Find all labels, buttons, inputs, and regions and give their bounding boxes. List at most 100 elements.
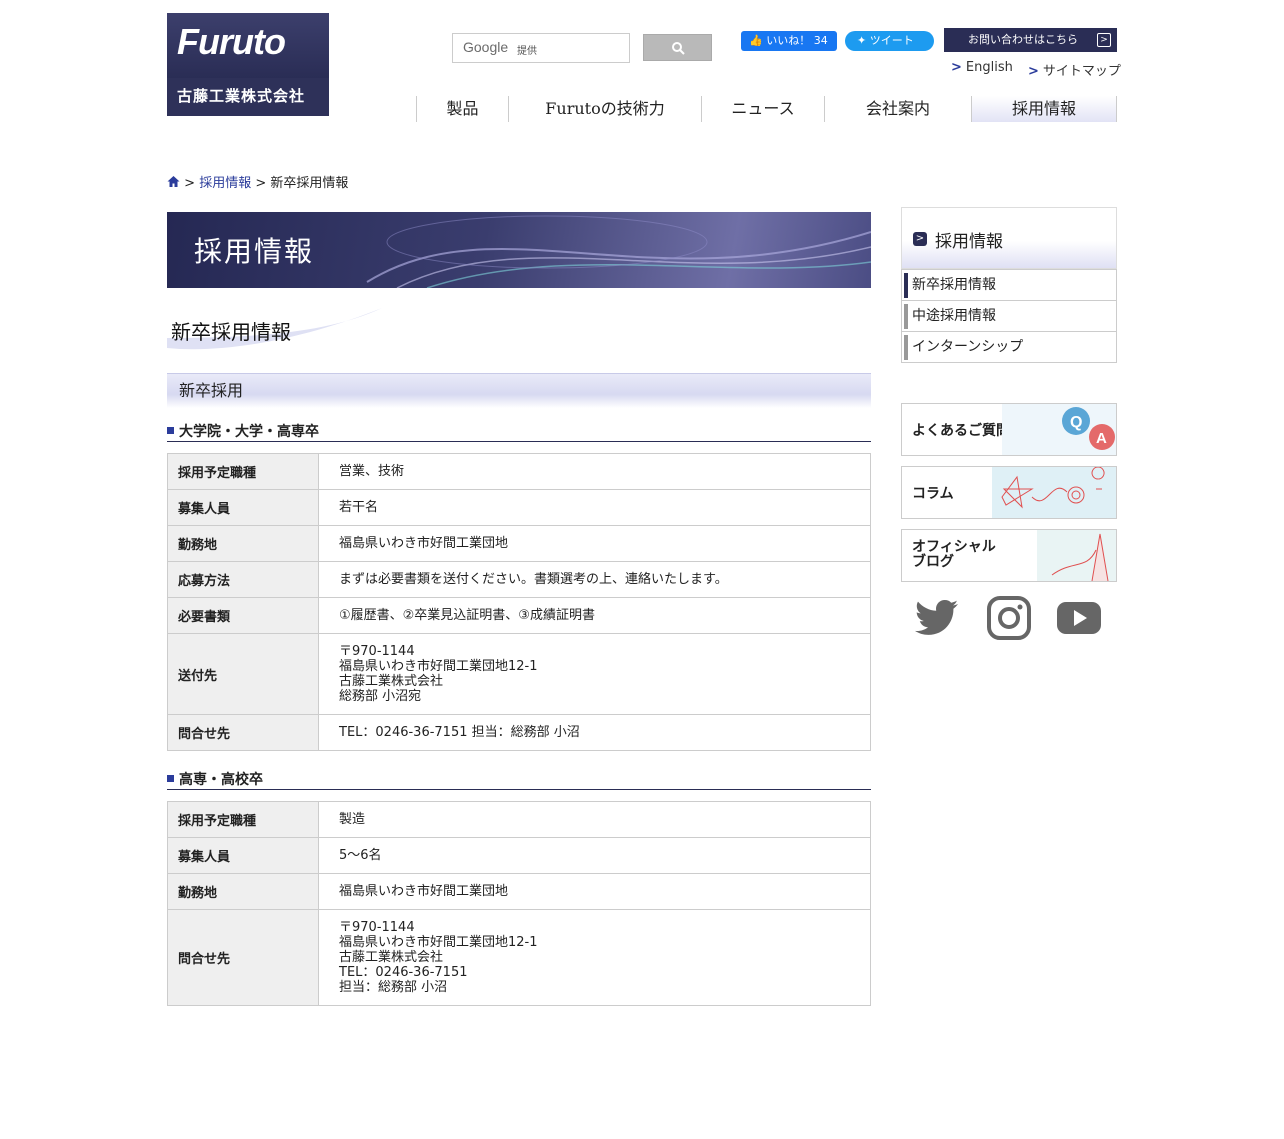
google-brand: Google [463, 39, 509, 55]
row-value-line: 福島県いわき市好間工業団地 [339, 884, 509, 899]
main-nav: 製品 Furutoの技術力 ニュース 会社案内 採用情報 [416, 96, 1117, 122]
row-value-line: 製造 [339, 812, 366, 827]
english-link[interactable]: > English [951, 60, 1013, 75]
table-row: 募集人員 5～6名 [167, 837, 871, 874]
row-label: 問合せ先 [167, 909, 319, 1006]
breadcrumb-separator: > [255, 176, 267, 191]
row-value: 福島県いわき市好間工業団地 [318, 525, 871, 562]
row-value-line: ①履歴書、②卒業見込証明書、③成績証明書 [339, 608, 595, 623]
row-value: 福島県いわき市好間工業団地 [318, 873, 871, 910]
nav-recruit[interactable]: 採用情報 [971, 96, 1117, 122]
link-arrow: > [951, 60, 962, 75]
row-label: 採用予定職種 [167, 453, 319, 490]
row-value-line: 福島県いわき市好間工業団地12-1 [339, 935, 538, 950]
row-value: 若干名 [318, 489, 871, 526]
home-icon[interactable] [167, 175, 180, 188]
row-label: 募集人員 [167, 837, 319, 874]
university-table: 採用予定職種 営業、技術募集人員 若干名勤務地 福島県いわき市好間工業団地 応募方法 まず… [167, 453, 871, 751]
sidebar-header: > 採用情報 [901, 207, 1117, 269]
sitemap-label: サイトマップ [1042, 64, 1121, 79]
blog-card[interactable]: オフィシャル ブログ [901, 529, 1117, 582]
facebook-like-label: いいね！ 34 [766, 34, 828, 47]
row-label: 問合せ先 [167, 714, 319, 751]
row-label: 必要書類 [167, 597, 319, 634]
search-input[interactable]: Google 提供 [452, 33, 630, 63]
row-value: ①履歴書、②卒業見込証明書、③成績証明書 [318, 597, 871, 634]
row-value-line: 〒970-1144 [339, 920, 415, 935]
row-value: まずは必要書類を送付ください。書類選考の上、連絡いたします。 [318, 561, 871, 598]
table-row: 問合せ先 TEL：0246-36-7151 担当：総務部 小沼 [167, 714, 871, 751]
row-value: 5～6名 [318, 837, 871, 874]
row-label: 募集人員 [167, 489, 319, 526]
row-value-line: TEL：0246-36-7151 担当：総務部 小沼 [339, 725, 580, 740]
thumbs-up-icon: 👍 [749, 34, 763, 47]
row-value-line: TEL：0246-36-7151 [339, 965, 468, 980]
subheading-label: 高専・高校卒 [179, 772, 263, 788]
facebook-like-button[interactable]: 👍 いいね！ 34 [741, 31, 837, 51]
sidebar-item-internship[interactable]: インターンシップ [902, 331, 1116, 362]
logo-company-name: 古藤工業株式会社 [177, 87, 306, 105]
table-row: 送付先 〒970-1144 福島県いわき市好間工業団地12-1 古藤工業株式会社 総務部… [167, 633, 871, 715]
row-value: 〒970-1144 福島県いわき市好間工業団地12-1 古藤工業株式会社 TEL：02… [318, 909, 871, 1006]
row-label: 採用予定職種 [167, 801, 319, 838]
sidebar-title: 採用情報 [935, 232, 1003, 252]
table-row: 採用予定職種 営業、技術 [167, 453, 871, 490]
breadcrumb: > 採用情報 > 新卒採用情報 [167, 172, 348, 191]
row-value-line: 総務部 小沼宛 [339, 689, 422, 704]
row-value: 〒970-1144 福島県いわき市好間工業団地12-1 古藤工業株式会社 総務部 小沼… [318, 633, 871, 715]
row-value-line: 古藤工業株式会社 [339, 950, 444, 965]
row-value: 営業、技術 [318, 453, 871, 490]
subheading-university: 大学院・大学・高専卒 [167, 421, 871, 442]
nav-news[interactable]: ニュース [701, 96, 824, 122]
subheading-label: 大学院・大学・高専卒 [179, 424, 319, 440]
page-banner: 採用情報 [167, 212, 871, 288]
row-label: 送付先 [167, 633, 319, 715]
blog-illustration-icon [1037, 530, 1116, 581]
row-label: 勤務地 [167, 525, 319, 562]
search-icon [671, 42, 685, 55]
svg-text:Q: Q [1070, 414, 1082, 431]
sidebar-menu: 新卒採用情報 中途採用情報 インターンシップ [901, 269, 1117, 363]
row-value-line: まずは必要書類を送付ください。書類選考の上、連絡いたします。 [339, 572, 728, 587]
row-value-line: 若干名 [339, 500, 379, 515]
column-card[interactable]: コラム [901, 466, 1117, 519]
contact-button[interactable]: お問い合わせはこちら > [944, 28, 1117, 52]
nav-company[interactable]: 会社案内 [824, 96, 971, 122]
company-logo[interactable]: Furuto 古藤工業株式会社 [167, 13, 329, 116]
tweet-button[interactable]: ✦ ツイート [845, 31, 934, 51]
twitter-icon[interactable] [914, 596, 960, 640]
table-row: 問合せ先 〒970-1144 福島県いわき市好間工業団地12-1 古藤工業株式会社 TE… [167, 909, 871, 1006]
row-value-line: 〒970-1144 [339, 644, 415, 659]
youtube-icon[interactable] [1056, 596, 1102, 640]
subheading-highschool: 高専・高校卒 [167, 769, 871, 790]
row-value: TEL：0246-36-7151 担当：総務部 小沼 [318, 714, 871, 751]
column-label: コラム [912, 486, 954, 502]
sitemap-link[interactable]: > サイトマップ [1028, 60, 1121, 79]
nav-technology[interactable]: Furutoの技術力 [508, 96, 701, 122]
twitter-bird-icon: ✦ [857, 34, 867, 47]
search-button[interactable] [643, 34, 712, 61]
doodle-lightbulb-icon [992, 467, 1116, 518]
blog-label: オフィシャル ブログ [912, 539, 996, 570]
contact-label: お問い合わせはこちら [968, 33, 1078, 46]
breadcrumb-separator: > [184, 176, 196, 191]
sidebar-item-mid-career[interactable]: 中途採用情報 [902, 300, 1116, 331]
row-value-line: 福島県いわき市好間工業団地12-1 [339, 659, 538, 674]
table-row: 応募方法 まずは必要書類を送付ください。書類選考の上、連絡いたします。 [167, 561, 871, 598]
breadcrumb-recruit-link[interactable]: 採用情報 [199, 176, 251, 191]
row-label: 応募方法 [167, 561, 319, 598]
table-row: 勤務地 福島県いわき市好間工業団地 [167, 873, 871, 910]
highschool-table: 採用予定職種 製造 募集人員 5～6名 勤務地 福島県いわき市好間工業団地 問合せ先 〒970… [167, 801, 871, 1006]
link-arrow: > [1028, 64, 1039, 79]
faq-card[interactable]: よくあるご質問 Q A [901, 403, 1117, 456]
sidebar-item-new-graduate[interactable]: 新卒採用情報 [902, 269, 1116, 300]
row-value-line: 担当：総務部 小沼 [339, 980, 448, 995]
table-row: 募集人員 若干名 [167, 489, 871, 526]
row-value-line: 5～6名 [339, 848, 382, 863]
chevron-right-icon: > [913, 232, 927, 246]
instagram-icon[interactable] [986, 596, 1032, 640]
page-title: 新卒採用情報 [171, 320, 291, 344]
row-value-line: 営業、技術 [339, 464, 405, 479]
nav-products[interactable]: 製品 [416, 96, 508, 122]
english-label: English [965, 60, 1013, 75]
